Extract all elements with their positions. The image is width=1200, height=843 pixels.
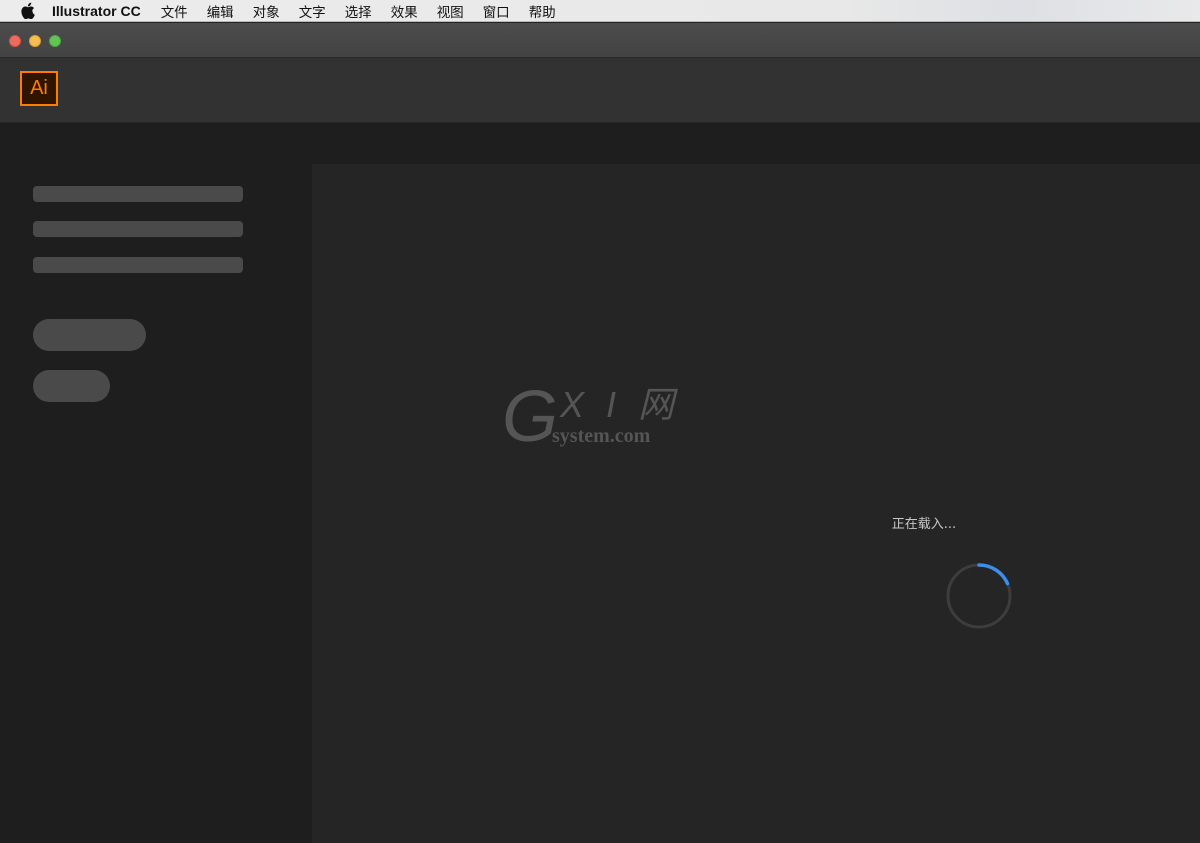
skeleton-button [33,319,146,351]
menu-select[interactable]: 选择 [345,1,372,21]
app-window: Ai G X I 网 system.com 正在载入... [0,23,1200,843]
main-content: G X I 网 system.com 正在载入... [312,164,1200,843]
menu-window[interactable]: 窗口 [483,1,510,21]
menu-bar: Illustrator CC 文件 编辑 对象 文字 选择 效果 视图 窗口 帮… [0,0,1200,22]
loading-text: 正在载入... [891,517,957,532]
minimize-window-button[interactable] [29,35,41,47]
sidebar-placeholder [0,124,312,843]
window-titlebar[interactable] [0,23,1200,58]
skeleton-line [33,257,243,273]
menu-help[interactable]: 帮助 [529,1,556,21]
watermark: G X I 网 system.com [502,377,674,461]
content-top-strip [312,124,1200,164]
loading-spinner-icon [946,563,1012,629]
watermark-mark: G [502,377,559,457]
menu-effect[interactable]: 效果 [391,1,418,21]
menu-edit[interactable]: 编辑 [207,1,234,21]
menu-view[interactable]: 视图 [437,1,464,21]
menu-file[interactable]: 文件 [161,1,188,21]
watermark-domain: system.com [552,425,651,447]
watermark-name: X I 网 [560,384,681,425]
skeleton-line [33,186,243,202]
skeleton-line [33,221,243,237]
close-window-button[interactable] [9,35,21,47]
illustrator-logo: Ai [20,71,58,106]
zoom-window-button[interactable] [49,35,61,47]
menu-object[interactable]: 对象 [253,1,280,21]
menu-app-name[interactable]: Illustrator CC [52,3,141,19]
skeleton-button [33,370,110,402]
app-header: Ai [0,58,1200,123]
apple-icon[interactable] [19,2,35,20]
menu-type[interactable]: 文字 [299,1,326,21]
